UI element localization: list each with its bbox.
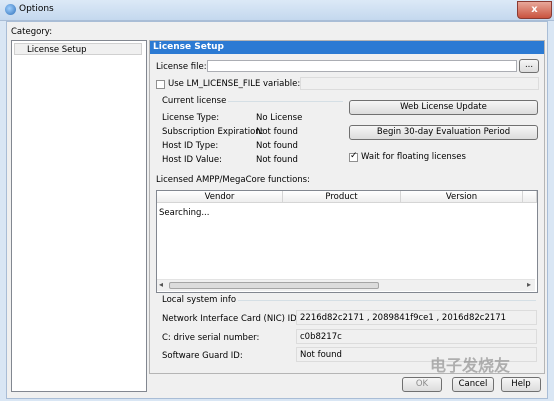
host-id-value-value: Not found: [256, 155, 298, 165]
nic-id-value: 2216d82c2171 , 2089841f9ce1 , 2016d82c21…: [296, 310, 537, 325]
current-license-title: Current license: [162, 96, 227, 106]
license-type-label: License Type:: [162, 113, 220, 123]
host-id-value-label: Host ID Value:: [162, 155, 223, 165]
functions-table[interactable]: Vendor Product Version Searching... ◂ ▸: [156, 190, 538, 293]
functions-label: Licensed AMPP/MegaCore functions:: [156, 175, 310, 185]
license-file-input[interactable]: [207, 60, 517, 72]
title-bar: Options x: [0, 0, 554, 21]
drive-serial-value: c0b8217c: [296, 329, 537, 344]
group-divider: [228, 101, 343, 102]
subscription-expiration-label: Subscription Expiration:: [162, 127, 264, 137]
column-header-vendor[interactable]: Vendor: [157, 191, 283, 203]
wait-floating-checkbox[interactable]: ✓: [349, 151, 358, 162]
browse-button[interactable]: ...: [519, 59, 539, 73]
begin-evaluation-button[interactable]: Begin 30-day Evaluation Period: [349, 125, 538, 140]
checkmark-icon: ✓: [350, 151, 358, 161]
license-setup-panel: License Setup License file: ... Use LM_L…: [149, 40, 545, 374]
category-list[interactable]: License Setup: [11, 40, 147, 392]
category-label: Category:: [11, 27, 53, 37]
env-variable-field: [300, 77, 539, 90]
watermark-text: 电子发烧友: [430, 356, 511, 375]
local-info-title: Local system info: [162, 295, 237, 305]
scroll-right-icon[interactable]: ▸: [527, 280, 531, 289]
horizontal-scrollbar[interactable]: ◂ ▸: [157, 279, 535, 291]
scroll-thumb[interactable]: [169, 282, 379, 289]
close-button[interactable]: x: [517, 1, 552, 19]
app-icon: [5, 4, 16, 15]
watermark-logo: 电子发烧友: [430, 352, 540, 392]
status-text: Searching...: [159, 208, 210, 218]
column-header-version[interactable]: Version: [401, 191, 523, 203]
web-license-update-button[interactable]: Web License Update: [349, 100, 538, 115]
group-divider: [238, 300, 536, 301]
drive-serial-label: C: drive serial number:: [162, 333, 260, 343]
panel-header: License Setup: [150, 41, 544, 54]
scroll-left-icon[interactable]: ◂: [159, 280, 163, 289]
subscription-expiration-value: Not found: [256, 127, 298, 137]
use-env-checkbox[interactable]: [156, 80, 165, 89]
software-guard-label: Software Guard ID:: [162, 351, 243, 361]
column-header-product[interactable]: Product: [283, 191, 401, 203]
category-item-license-setup[interactable]: License Setup: [14, 43, 142, 55]
host-id-type-value: Not found: [256, 141, 298, 151]
column-header-spacer: [523, 191, 537, 203]
host-id-type-label: Host ID Type:: [162, 141, 219, 151]
use-env-label: Use LM_LICENSE_FILE variable:: [168, 79, 301, 89]
nic-id-label: Network Interface Card (NIC) ID:: [162, 314, 300, 324]
window-title: Options: [19, 4, 54, 14]
wait-floating-label: Wait for floating licenses: [361, 152, 466, 162]
license-type-value: No License: [256, 113, 303, 123]
close-icon: x: [531, 4, 538, 15]
license-file-label: License file:: [156, 62, 207, 72]
